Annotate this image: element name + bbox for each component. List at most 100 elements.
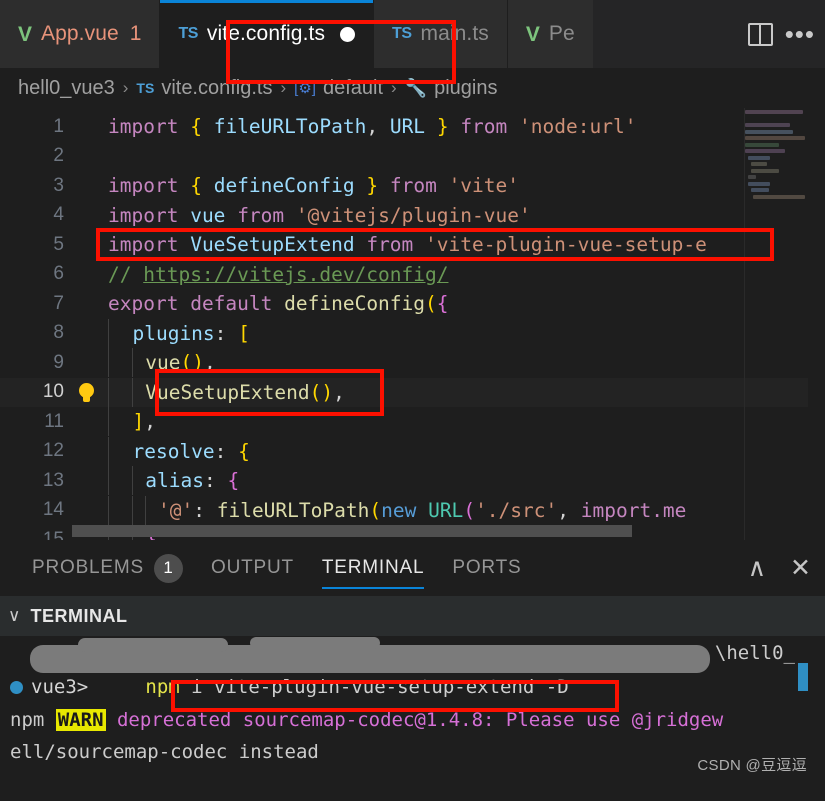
tab-vite-config-ts[interactable]: TS vite.config.ts: [160, 0, 375, 68]
terminal-command-args: i vite-plugin-vue-setup-extend -D: [179, 676, 569, 698]
watermark: CSDN @豆逗逗: [697, 757, 807, 774]
warning-badge: WARN: [55, 709, 106, 731]
code-editor[interactable]: 1 import { fileURLToPath, URL } from 'no…: [0, 108, 825, 540]
editor-horizontal-scrollbar[interactable]: [72, 525, 632, 537]
line-content: '@': fileURLToPath(new URL('./src', impo…: [100, 495, 825, 525]
terminal-warn-text: deprecated sourcemap-codec@1.4.8: Please…: [105, 709, 724, 731]
wrench-icon: 🔧: [404, 77, 428, 98]
line-content: ],: [100, 407, 825, 437]
close-icon[interactable]: ✕: [790, 555, 811, 581]
line-number: 13: [42, 469, 64, 491]
panel-tab-label: OUTPUT: [211, 557, 294, 578]
code-lines: 1 import { fileURLToPath, URL } from 'no…: [0, 112, 825, 540]
chevron-down-icon[interactable]: ∨: [8, 606, 20, 626]
breadcrumb-separator-icon: ›: [391, 78, 397, 97]
unsaved-indicator-icon[interactable]: [340, 26, 356, 42]
panel-tab-bar: PROBLEMS 1 OUTPUT TERMINAL PORTS: [0, 540, 825, 596]
line-content: import { fileURLToPath, URL } from 'node…: [108, 115, 637, 139]
breadcrumb-item-project[interactable]: hell0_vue3: [18, 77, 115, 100]
code-line: 3 import { defineConfig } from 'vite': [0, 171, 825, 201]
line-number: 14: [42, 499, 64, 521]
minimap-line: [751, 188, 769, 192]
minimap-line: [745, 142, 779, 147]
editor-vertical-scrollbar[interactable]: [808, 108, 825, 540]
typescript-icon: TS: [392, 25, 412, 42]
code-line: 6 // https://vitejs.dev/config/: [0, 260, 825, 290]
minimap-line: [745, 110, 803, 114]
breadcrumb-item-default[interactable]: default: [323, 77, 383, 100]
minimap-line: [751, 168, 779, 173]
line-number: 7: [53, 292, 64, 314]
line-number: 4: [53, 204, 64, 226]
code-line-import-vuesetupextend: 5 import VueSetupExtend from 'vite-plugi…: [0, 230, 825, 260]
panel-tab-terminal[interactable]: TERMINAL: [321, 540, 425, 596]
breadcrumb-separator-icon: ›: [280, 78, 287, 97]
panel-tab-label: TERMINAL: [321, 557, 425, 578]
panel-tab-output[interactable]: OUTPUT: [211, 540, 294, 596]
line-number: 1: [53, 115, 64, 137]
code-line: 1 import { fileURLToPath, URL } from 'no…: [0, 112, 825, 142]
line-content: import VueSetupExtend from 'vite-plugin-…: [108, 233, 707, 257]
line-number: 8: [53, 322, 64, 344]
lightbulb-quickfix-icon[interactable]: [72, 382, 100, 402]
breadcrumb-item-file[interactable]: vite.config.ts: [161, 77, 272, 100]
terminal-section-title: TERMINAL: [30, 605, 128, 626]
minimap-line: [745, 149, 785, 153]
tab-label: main.ts: [420, 22, 489, 45]
code-line: 4 import vue from '@vitejs/plugin-vue': [0, 201, 825, 231]
terminal-prompt: vue3>: [31, 676, 89, 698]
breadcrumb-separator-icon: ›: [122, 78, 129, 97]
breadcrumb-item-plugins[interactable]: plugins: [434, 77, 497, 100]
panel-tab-problems[interactable]: PROBLEMS 1: [32, 540, 183, 596]
code-line: 7 export default defineConfig({: [0, 289, 825, 319]
editor-minimap[interactable]: [745, 110, 808, 200]
terminal-command-keyword: npm: [145, 676, 180, 698]
split-editor-icon[interactable]: [747, 22, 773, 46]
chevron-up-icon[interactable]: ∧: [748, 555, 766, 581]
minimap-line: [745, 129, 793, 134]
tab-pe-vue[interactable]: V Pe: [507, 0, 593, 68]
line-number: 10: [42, 381, 64, 403]
terminal-warn-prefix: npm: [10, 709, 56, 731]
line-content: import vue from '@vitejs/plugin-vue': [108, 203, 531, 227]
line-number: 6: [53, 263, 64, 285]
terminal-line-warning: npm WARN deprecated sourcemap-codec@1.4.…: [0, 704, 825, 736]
line-content: import { defineConfig } from 'vite': [108, 174, 520, 198]
editor-actions: •••: [747, 0, 825, 68]
breadcrumb: hell0_vue3 › TS vite.config.ts › [⚙] def…: [0, 68, 825, 108]
minimap-line: [745, 123, 790, 127]
terminal-section-header[interactable]: ∨ TERMINAL: [0, 596, 825, 636]
code-line: 13 alias: {: [0, 466, 825, 496]
line-number: 9: [53, 351, 64, 373]
editor-tab-bar: V App.vue 1 TS vite.config.ts TS main.ts…: [0, 0, 825, 68]
line-content: alias: {: [100, 466, 825, 496]
typescript-icon: TS: [136, 80, 155, 96]
code-line: 14 '@': fileURLToPath(new URL('./src', i…: [0, 495, 825, 526]
code-line-vuesetupextend-call: 10 VueSetupExtend(),: [0, 377, 825, 407]
line-number: 5: [53, 233, 64, 255]
panel-tab-ports[interactable]: PORTS: [452, 540, 521, 596]
line-content: vue(),: [100, 348, 825, 378]
panel-tab-label: PROBLEMS: [32, 557, 144, 578]
minimap-line: [748, 175, 756, 179]
minimap-line: [745, 136, 805, 140]
minimap-line: [748, 155, 770, 160]
problems-count-badge: 1: [154, 553, 183, 583]
minimap-line: [753, 194, 805, 199]
tab-label: Pe: [548, 22, 575, 45]
line-number: 15: [42, 528, 64, 540]
tab-main-ts[interactable]: TS main.ts: [374, 0, 508, 68]
vscode-window: V App.vue 1 TS vite.config.ts TS main.ts…: [0, 0, 825, 801]
terminal-command-status-icon: [10, 680, 23, 694]
terminal-scrollbar[interactable]: [814, 636, 825, 801]
redacted-path-block: [250, 637, 380, 649]
more-actions-icon[interactable]: •••: [785, 21, 815, 47]
symbol-object-icon: [⚙]: [294, 80, 316, 97]
minimap-line: [748, 181, 770, 186]
code-line: 9 vue(),: [0, 348, 825, 378]
panel-tab-label: PORTS: [452, 557, 522, 578]
tab-app-vue[interactable]: V App.vue 1: [0, 0, 161, 68]
code-line: 11 ],: [0, 407, 825, 437]
redacted-path-block: [78, 638, 228, 652]
terminal-cursor: [798, 663, 808, 691]
